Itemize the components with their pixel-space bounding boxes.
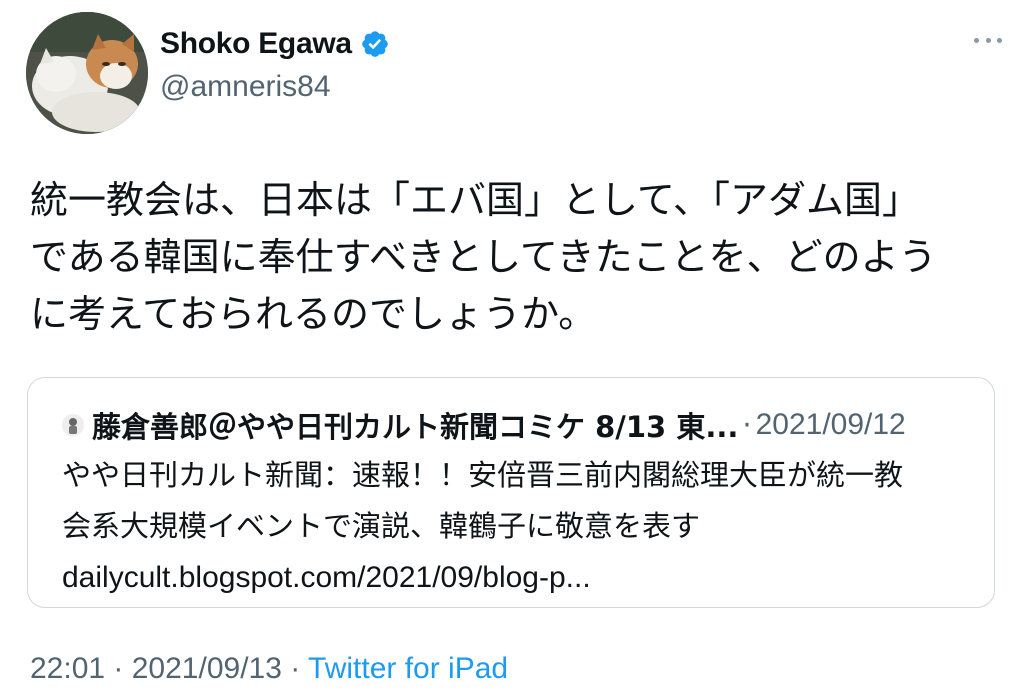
quoted-tweet-body: やや日刊カルト新聞：速報！！安倍晋三前内閣総理大臣が統一教 会系大規模イベントで…: [62, 450, 982, 603]
meta-separator: ·: [281, 652, 309, 685]
tweet-card: Shoko Egawa @amneris84 統一教会は、日本は「エバ国」として…: [0, 0, 1024, 692]
tweet-time[interactable]: 22:01: [30, 652, 105, 685]
author-avatar[interactable]: [26, 12, 148, 134]
tweet-text-line: である韓国に奉仕すべきとしてきたことを、どのよう: [30, 235, 937, 279]
author-block: Shoko Egawa @amneris84: [160, 24, 390, 104]
author-handle[interactable]: @amneris84: [160, 70, 390, 104]
more-options-icon[interactable]: [974, 30, 1002, 50]
verified-badge-icon: [360, 29, 390, 59]
quoted-tweet-header: 藤倉善郎＠やや日刊カルト新聞コミケ 8/13 東... · 2021/09/12: [62, 404, 906, 446]
tweet-date[interactable]: 2021/09/13: [132, 652, 282, 685]
quoted-body-line: 会系大規模イベントで演説、韓鶴子に敬意を表す: [62, 509, 701, 543]
tweet-text-line: 統一教会は、日本は「エバ国」として、「アダム国」: [30, 178, 920, 222]
quoted-separator: ·: [742, 408, 752, 442]
author-name-row: Shoko Egawa: [160, 24, 390, 64]
quoted-author-name: 藤倉善郎＠やや日刊カルト新聞コミケ 8/13 東...: [92, 410, 739, 444]
quoted-author-avatar-icon: [62, 414, 84, 436]
tweet-meta: 22:01 · 2021/09/13 · Twitter for iPad: [30, 652, 508, 686]
tweet-source[interactable]: Twitter for iPad: [308, 652, 508, 685]
author-display-name[interactable]: Shoko Egawa: [160, 27, 352, 61]
quoted-tweet[interactable]: 藤倉善郎＠やや日刊カルト新聞コミケ 8/13 東... · 2021/09/12…: [27, 377, 995, 608]
tweet-text-line: に考えておられるのでしょうか。: [30, 292, 597, 336]
more-dot: [985, 37, 991, 43]
tweet-text: 統一教会は、日本は「エバ国」として、「アダム国」 である韓国に奉仕すべきとしてき…: [30, 172, 1000, 343]
meta-separator: ·: [105, 652, 132, 685]
quoted-link[interactable]: dailycult.blogspot.com/2021/09/blog-p...: [62, 552, 982, 603]
more-dot: [974, 37, 979, 43]
more-dot: [997, 37, 1002, 43]
quoted-body-line: やや日刊カルト新聞：速報！！安倍晋三前内閣総理大臣が統一教: [62, 458, 904, 492]
quoted-date: 2021/09/12: [755, 408, 906, 441]
cats-avatar-icon: [26, 12, 148, 134]
